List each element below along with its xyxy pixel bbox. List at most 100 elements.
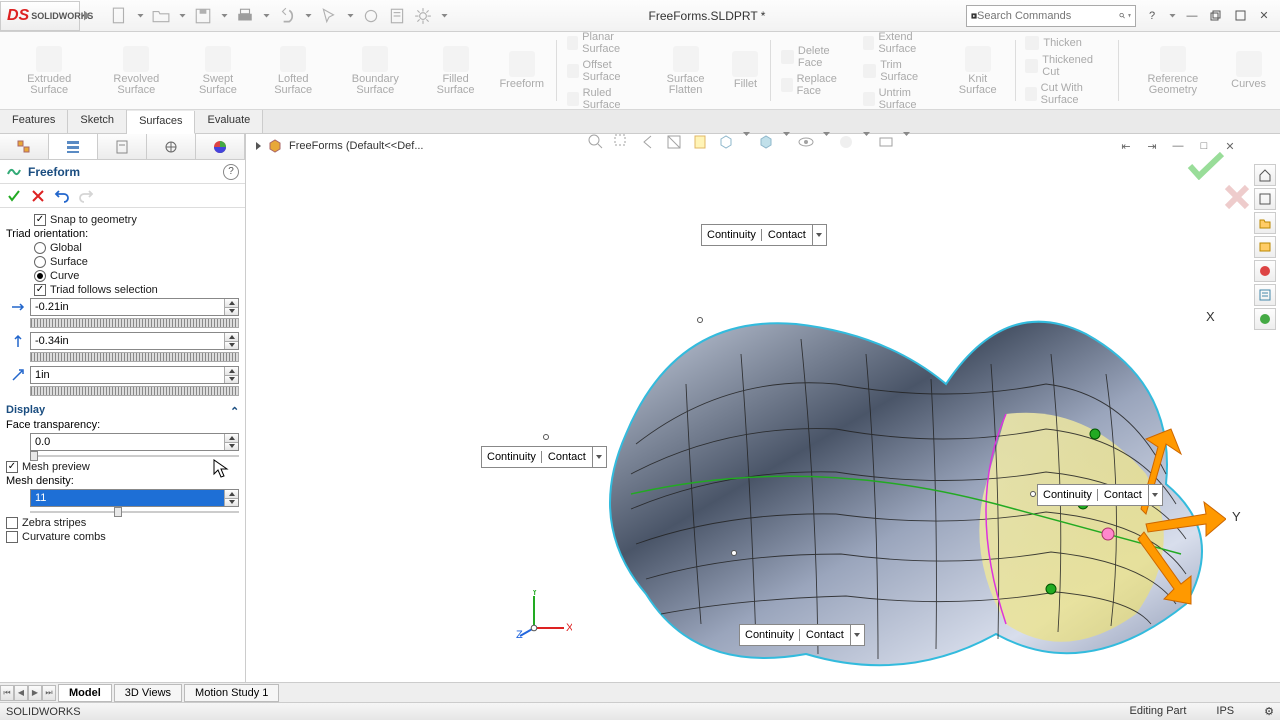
dynamic-annotation-icon[interactable] [690, 132, 710, 152]
delta-x-ruler[interactable] [30, 318, 239, 328]
lofted-surface-button[interactable]: Lofted Surface [258, 36, 329, 105]
pm-redo-button[interactable] [78, 188, 94, 204]
tab-features[interactable]: Features [0, 110, 68, 133]
new-doc-icon[interactable] [110, 7, 128, 25]
filled-surface-button[interactable]: Filled Surface [422, 36, 490, 105]
delta-z-input[interactable] [30, 366, 239, 384]
tab-surfaces[interactable]: Surfaces [127, 111, 195, 134]
spin-up[interactable] [224, 367, 238, 376]
print-icon[interactable] [236, 7, 254, 25]
view-orientation-icon[interactable] [716, 132, 736, 152]
graphics-viewport[interactable]: FreeForms (Default<<Def... ⇤ ⇥ — □ ✕ [246, 134, 1280, 690]
restore-button[interactable] [1208, 8, 1224, 24]
design-library-icon[interactable] [1254, 188, 1276, 210]
extend-surface-button[interactable]: Extend Surface [859, 30, 943, 56]
search-icon[interactable] [1119, 8, 1126, 24]
options-gear-icon[interactable] [414, 7, 432, 25]
delta-z-ruler[interactable] [30, 386, 239, 396]
knit-surface-button[interactable]: Knit Surface [947, 36, 1009, 105]
maximize-button[interactable] [1232, 8, 1248, 24]
mesh-preview-check[interactable]: Mesh preview [6, 461, 239, 473]
custom-props-icon[interactable] [1254, 284, 1276, 306]
delete-face-button[interactable]: Delete Face [777, 44, 855, 70]
mesh-density-slider[interactable] [30, 509, 239, 515]
appearances-icon[interactable] [1254, 260, 1276, 282]
spin-up[interactable] [224, 490, 238, 499]
section-view-icon[interactable] [664, 132, 684, 152]
dimxpert-tab[interactable] [147, 134, 196, 159]
delta-y-input[interactable] [30, 332, 239, 350]
spin-up[interactable] [224, 333, 238, 342]
triad-follows-check[interactable]: Triad follows selection [34, 284, 239, 296]
triad-curve-radio[interactable]: Curve [34, 270, 239, 282]
face-trans-input[interactable] [30, 433, 239, 451]
delta-x-input[interactable] [30, 298, 239, 316]
pm-undo-button[interactable] [54, 188, 70, 204]
forum-icon[interactable] [1254, 308, 1276, 330]
spin-down[interactable] [224, 308, 238, 316]
freeform-surface[interactable] [526, 254, 1226, 684]
delta-y-ruler[interactable] [30, 352, 239, 362]
planar-surface-button[interactable]: Planar Surface [563, 30, 645, 56]
feature-tree-tab[interactable] [0, 134, 49, 159]
face-trans-slider[interactable] [30, 453, 239, 459]
breadcrumb-text[interactable]: FreeForms (Default<<Def... [289, 140, 424, 152]
property-manager-tab[interactable] [49, 134, 98, 159]
nav-last[interactable]: ⏭ [42, 685, 56, 701]
offset-surface-button[interactable]: Offset Surface [563, 58, 645, 84]
confirm-ok-icon[interactable] [1186, 150, 1226, 180]
rebuild-icon[interactable] [362, 7, 380, 25]
nav-prev[interactable]: ◀ [14, 685, 28, 701]
pm-ok-button[interactable] [6, 188, 22, 204]
confirm-cancel-icon[interactable] [1224, 184, 1250, 210]
trim-surface-button[interactable]: Trim Surface [859, 58, 943, 84]
vp-collapse-icon[interactable]: ⇤ [1116, 136, 1136, 156]
hide-show-icon[interactable] [796, 132, 816, 152]
tab-3dviews[interactable]: 3D Views [114, 684, 182, 702]
ruled-surface-button[interactable]: Ruled Surface [563, 86, 645, 112]
mesh-density-input[interactable] [30, 489, 239, 507]
display-manager-tab[interactable] [196, 134, 245, 159]
search-input[interactable] [977, 10, 1119, 22]
tab-evaluate[interactable]: Evaluate [195, 110, 263, 133]
view-palette-icon[interactable] [1254, 236, 1276, 258]
curves-button[interactable]: Curves [1225, 36, 1272, 105]
vp-expand-icon[interactable]: ⇥ [1142, 136, 1162, 156]
spin-down[interactable] [224, 342, 238, 350]
snap-geometry-check[interactable]: Snap to geometry [34, 214, 239, 226]
prev-view-icon[interactable] [638, 132, 658, 152]
thickened-cut-button[interactable]: Thickened Cut [1021, 53, 1111, 79]
spin-up[interactable] [224, 299, 238, 308]
spin-down[interactable] [224, 443, 238, 451]
pm-cancel-button[interactable] [30, 188, 46, 204]
extruded-surface-button[interactable]: Extruded Surface [8, 36, 90, 105]
minimize-button[interactable]: — [1184, 8, 1200, 24]
select-icon[interactable] [320, 7, 338, 25]
continuity-callout[interactable]: ContinuityContact [701, 224, 827, 246]
thicken-button[interactable]: Thicken [1021, 35, 1111, 51]
continuity-callout[interactable]: ContinuityContact [481, 446, 607, 468]
appearance-icon[interactable] [836, 132, 856, 152]
replace-face-button[interactable]: Replace Face [777, 72, 855, 98]
nav-first[interactable]: ⏮ [0, 685, 14, 701]
surface-flatten-button[interactable]: Surface Flatten [649, 36, 723, 105]
flyout-tree[interactable]: FreeForms (Default<<Def... [256, 138, 424, 154]
tab-motion-study[interactable]: Motion Study 1 [184, 684, 279, 702]
config-manager-tab[interactable] [98, 134, 147, 159]
display-section[interactable]: Display⌄ [6, 404, 239, 417]
zebra-check[interactable]: Zebra stripes [6, 517, 239, 529]
spin-down[interactable] [224, 499, 238, 507]
pm-help-icon[interactable]: ? [223, 164, 239, 180]
search-commands[interactable] [966, 5, 1136, 27]
zoom-fit-icon[interactable] [586, 132, 606, 152]
status-options-icon[interactable]: ⚙ [1264, 705, 1274, 718]
vp-minimize-icon[interactable]: — [1168, 136, 1188, 156]
zoom-area-icon[interactable] [612, 132, 632, 152]
help-icon[interactable]: ? [1144, 8, 1160, 24]
tab-sketch[interactable]: Sketch [68, 110, 127, 133]
nav-next[interactable]: ▶ [28, 685, 42, 701]
spin-up[interactable] [224, 434, 238, 443]
expand-arrow-icon[interactable] [256, 142, 261, 150]
boundary-surface-button[interactable]: Boundary Surface [333, 36, 418, 105]
tab-model[interactable]: Model [58, 684, 112, 702]
